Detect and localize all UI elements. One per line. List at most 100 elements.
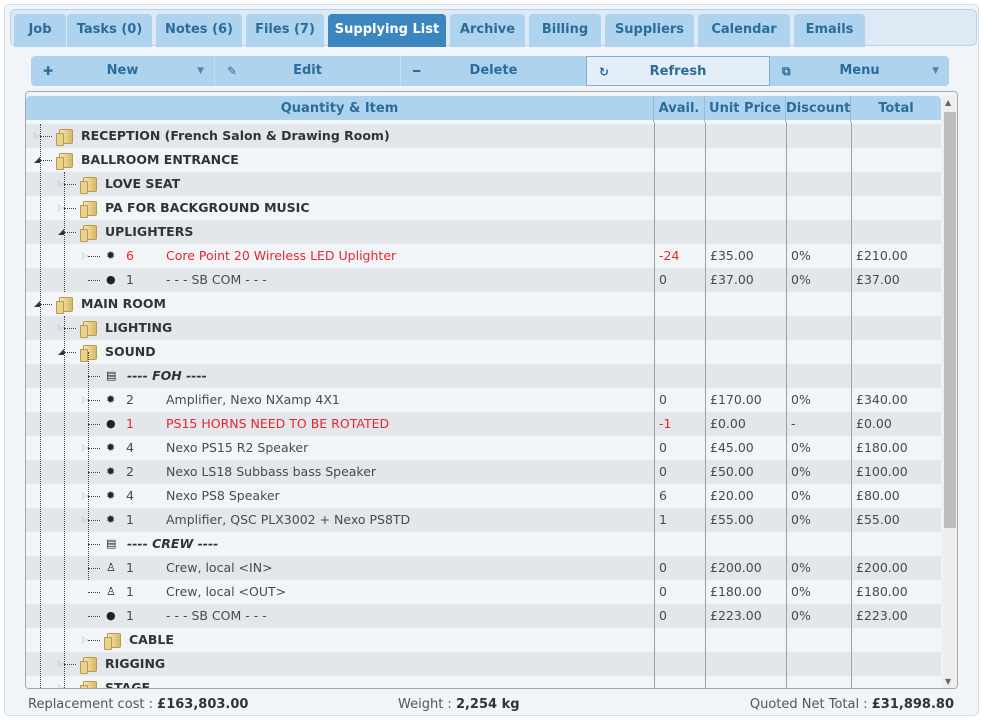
item-availability: 0 bbox=[659, 392, 667, 407]
refresh-button[interactable]: ↻ Refresh bbox=[586, 56, 770, 86]
tab-job[interactable]: Job bbox=[14, 14, 66, 47]
item-unit-price: £180.00 bbox=[710, 584, 762, 599]
chevron-down-icon[interactable]: ▼ bbox=[932, 56, 939, 86]
comment-icon: ▤ bbox=[106, 537, 117, 550]
note-row[interactable]: ▤ ---- CREW ---- bbox=[26, 532, 941, 556]
tab-supplying-list[interactable]: Supplying List bbox=[328, 14, 446, 47]
folder-label: PA FOR BACKGROUND MUSIC bbox=[105, 200, 310, 215]
folder-label: RECEPTION (French Salon & Drawing Room) bbox=[81, 128, 390, 143]
folder-icon bbox=[56, 129, 73, 146]
column-header-total[interactable]: Total bbox=[851, 96, 941, 122]
table-row[interactable]: ● 1 PS15 HORNS NEED TO BE ROTATED -1 £0.00 - £… bbox=[26, 412, 941, 436]
folder-label: LIGHTING bbox=[105, 320, 173, 335]
column-divider bbox=[705, 122, 706, 688]
folder-row[interactable]: ◢ MAIN ROOM bbox=[26, 292, 941, 316]
expand-toggle-icon[interactable]: ▷ bbox=[82, 244, 88, 268]
item-name: Crew, local <OUT> bbox=[166, 584, 287, 599]
item-discount: 0% bbox=[791, 512, 811, 527]
item-availability: 1 bbox=[659, 512, 667, 527]
tab-emails[interactable]: Emails bbox=[794, 14, 865, 47]
table-row[interactable]: ● 1 - - - SB COM - - - 0 £37.00 0% £37.00 bbox=[26, 268, 941, 292]
table-row[interactable]: ✹ 2 Nexo LS18 Subbass bass Speaker 0 £50.00 0… bbox=[26, 460, 941, 484]
folder-row[interactable]: ▷ RECEPTION (French Salon & Drawing Room) bbox=[26, 124, 941, 148]
vertical-scrollbar[interactable]: ▲ ▼ bbox=[942, 96, 957, 688]
table-row[interactable]: ▷ ✹ 4 Nexo PS8 Speaker 6 £20.00 0% £80.00 bbox=[26, 484, 941, 508]
item-total: £210.00 bbox=[856, 248, 908, 263]
tree-connector bbox=[40, 304, 52, 305]
tab-suppliers[interactable]: Suppliers bbox=[605, 14, 694, 47]
item-availability: 0 bbox=[659, 272, 667, 287]
folder-row[interactable]: ▷ RIGGING bbox=[26, 652, 941, 676]
item-discount: 0% bbox=[791, 272, 811, 287]
tab-notes[interactable]: Notes (6) bbox=[156, 14, 242, 47]
folder-label: RIGGING bbox=[105, 656, 166, 671]
tree-connector bbox=[88, 400, 100, 401]
folder-icon bbox=[80, 201, 97, 218]
tree-connector bbox=[64, 664, 76, 665]
tab-calendar[interactable]: Calendar bbox=[698, 14, 790, 47]
table-row[interactable]: ♙ 1 Crew, local <IN> 0 £200.00 0% £200.00 bbox=[26, 556, 941, 580]
scroll-up-arrow-icon[interactable]: ▲ bbox=[945, 98, 951, 107]
item-unit-price: £55.00 bbox=[710, 512, 754, 527]
folder-icon bbox=[80, 345, 97, 362]
folder-row[interactable]: ▷ LOVE SEAT bbox=[26, 172, 941, 196]
folder-icon bbox=[56, 297, 73, 314]
item-availability: 0 bbox=[659, 464, 667, 479]
folder-label: CABLE bbox=[129, 632, 174, 647]
item-total: £340.00 bbox=[856, 392, 908, 407]
chevron-down-icon[interactable]: ▼ bbox=[197, 56, 204, 86]
folder-row[interactable]: ▷ STAGE bbox=[26, 676, 941, 689]
column-header-unit-price[interactable]: Unit Price bbox=[705, 96, 786, 122]
expand-toggle-icon[interactable]: ▷ bbox=[82, 628, 88, 652]
item-quantity: 2 bbox=[126, 464, 134, 479]
item-discount: 0% bbox=[791, 560, 811, 575]
edit-button[interactable]: ✎ Edit bbox=[215, 56, 401, 86]
item-total: £0.00 bbox=[856, 416, 892, 431]
tab-files[interactable]: Files (7) bbox=[246, 14, 324, 47]
tree-connector bbox=[64, 688, 76, 689]
folder-label: STAGE bbox=[105, 680, 151, 689]
delete-button[interactable]: ━ Delete bbox=[401, 56, 586, 86]
item-availability: 0 bbox=[659, 608, 667, 623]
tree-connector bbox=[64, 184, 76, 185]
tree-connector bbox=[88, 424, 100, 425]
scrollbar-thumb[interactable] bbox=[944, 112, 956, 528]
item-unit-price: £223.00 bbox=[710, 608, 762, 623]
quoted-net-total: Quoted Net Total : £31,898.80 bbox=[749, 697, 954, 712]
menu-button[interactable]: ⧉ Menu ▼ bbox=[770, 56, 949, 86]
table-row[interactable]: ● 1 - - - SB COM - - - 0 £223.00 0% £223.00 bbox=[26, 604, 941, 628]
table-row[interactable]: ▷ ✹ 6 Core Point 20 Wireless LED Uplighter -… bbox=[26, 244, 941, 268]
table-row[interactable]: ▷ ✹ 4 Nexo PS15 R2 Speaker 0 £45.00 0% £180.00 bbox=[26, 436, 941, 460]
folder-row[interactable]: ▷ LIGHTING bbox=[26, 316, 941, 340]
item-total: £55.00 bbox=[856, 512, 900, 527]
column-header-item[interactable]: Quantity & Item bbox=[26, 96, 654, 122]
note-row[interactable]: ▤ ---- FOH ---- bbox=[26, 364, 941, 388]
folder-row[interactable]: ◢ UPLIGHTERS bbox=[26, 220, 941, 244]
column-header-discount[interactable]: Discount bbox=[786, 96, 851, 122]
table-row[interactable]: ▷ ✹ 1 Amplifier, QSC PLX3002 + Nexo PS8TD 1 £… bbox=[26, 508, 941, 532]
tab-archive[interactable]: Archive bbox=[450, 14, 525, 47]
item-discount: 0% bbox=[791, 392, 811, 407]
scroll-down-arrow-icon[interactable]: ▼ bbox=[945, 677, 951, 686]
table-row[interactable]: ♙ 1 Crew, local <OUT> 0 £180.00 0% £180.00 bbox=[26, 580, 941, 604]
person-icon: ♙ bbox=[106, 585, 116, 598]
new-button[interactable]: ✚ New ▼ bbox=[31, 56, 215, 86]
item-total: £200.00 bbox=[856, 560, 908, 575]
tree-guide-line bbox=[40, 124, 41, 688]
item-availability: 0 bbox=[659, 440, 667, 455]
folder-row[interactable]: ◢ BALLROOM ENTRANCE bbox=[26, 148, 941, 172]
folder-row[interactable]: ▷ PA FOR BACKGROUND MUSIC bbox=[26, 196, 941, 220]
table-row[interactable]: ▷ ✹ 2 Amplifier, Nexo NXamp 4X1 0 £170.00 0% £3… bbox=[26, 388, 941, 412]
tab-tasks[interactable]: Tasks (0) bbox=[67, 14, 152, 47]
tab-billing[interactable]: Billing bbox=[529, 14, 601, 47]
folder-icon bbox=[56, 153, 73, 170]
supplying-list-grid: Quantity & Item Avail. Unit Price Discou… bbox=[25, 91, 958, 689]
column-header-avail[interactable]: Avail. bbox=[654, 96, 705, 122]
item-name: Core Point 20 Wireless LED Uplighter bbox=[166, 248, 397, 263]
item-quantity: 1 bbox=[126, 560, 134, 575]
tree-connector bbox=[88, 520, 100, 521]
folder-row[interactable]: ▷ CABLE bbox=[26, 628, 941, 652]
folder-row[interactable]: ◢ SOUND bbox=[26, 340, 941, 364]
weight: Weight : 2,254 kg bbox=[398, 697, 520, 712]
tree-connector bbox=[88, 616, 100, 617]
